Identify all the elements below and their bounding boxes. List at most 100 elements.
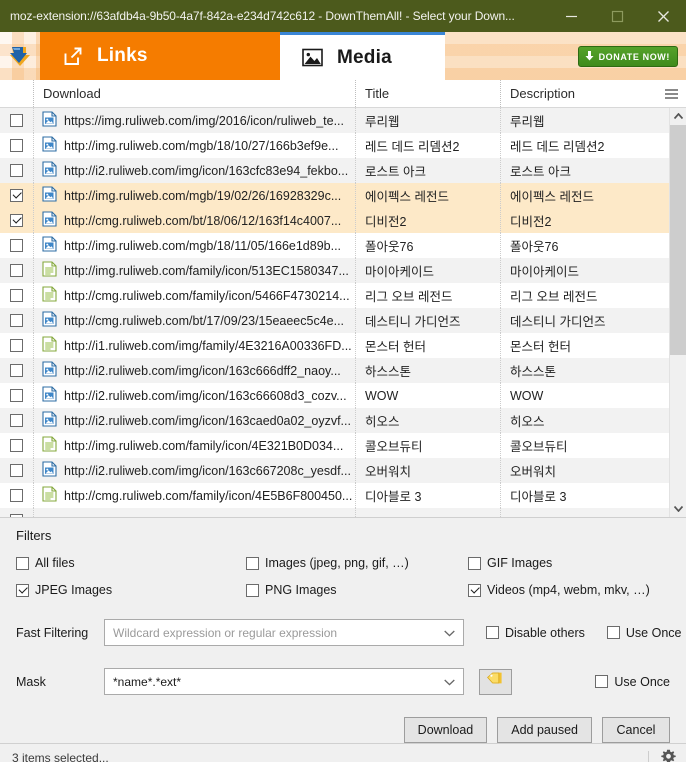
- mask-tag-button[interactable]: [479, 668, 512, 695]
- mask-value: *name*.*ext*: [113, 674, 182, 689]
- filter-option-checkbox[interactable]: [468, 583, 481, 597]
- table-row[interactable]: http://i1.ruliweb.com/img/family/4E3216A…: [0, 333, 669, 358]
- row-select-checkbox[interactable]: [10, 164, 23, 177]
- row-select-checkbox-cell[interactable]: [0, 183, 34, 208]
- table-row[interactable]: http://cmg.ruliweb.com/family/icon/5466F…: [0, 283, 669, 308]
- donate-now-button[interactable]: DONATE NOW!: [577, 46, 678, 67]
- table-row[interactable]: http://img.ruliweb.com/family/icon/4E321…: [0, 433, 669, 458]
- table-row[interactable]: http://i2.ruliweb.com/img/icon/163c66720…: [0, 458, 669, 483]
- filter-option[interactable]: Images (jpeg, png, gif, …): [246, 556, 468, 570]
- row-select-checkbox[interactable]: [10, 314, 23, 327]
- fast-filtering-use-once-label: Use Once: [625, 625, 682, 640]
- table-row[interactable]: http://img.ruliweb.com/mgb/19/02/26/1692…: [0, 183, 669, 208]
- disable-others-checkbox[interactable]: [486, 626, 499, 639]
- scrollbar-track[interactable]: [670, 125, 686, 500]
- fast-filtering-use-once-option[interactable]: Use Once: [606, 625, 682, 640]
- filter-option-checkbox[interactable]: [16, 583, 29, 597]
- row-select-checkbox[interactable]: [10, 414, 23, 427]
- chevron-down-icon[interactable]: [444, 675, 455, 689]
- row-download-cell: http://img.ruliweb.com/mgb/18/10/27/166b…: [34, 133, 356, 158]
- table-vertical-scrollbar[interactable]: [669, 108, 686, 517]
- mask-input[interactable]: *name*.*ext*: [104, 668, 464, 695]
- maximize-button[interactable]: [594, 0, 640, 32]
- scrollbar-thumb[interactable]: [670, 125, 686, 355]
- table-row[interactable]: http://cmg.ruliweb.com/bt/18/06/12/163f1…: [0, 208, 669, 233]
- row-select-checkbox[interactable]: [10, 114, 23, 127]
- fast-filtering-use-once-checkbox[interactable]: [606, 626, 620, 639]
- row-select-checkbox[interactable]: [10, 364, 23, 377]
- row-select-checkbox-cell[interactable]: [0, 433, 34, 458]
- table-row[interactable]: [0, 508, 669, 517]
- column-header-checkbox[interactable]: [0, 80, 34, 107]
- column-header-title[interactable]: Title: [356, 80, 501, 107]
- table-row[interactable]: http://img.ruliweb.com/family/icon/513EC…: [0, 258, 669, 283]
- scroll-down-button[interactable]: [670, 500, 686, 517]
- table-row[interactable]: http://i2.ruliweb.com/img/icon/163cfc83e…: [0, 158, 669, 183]
- filter-option[interactable]: Videos (mp4, webm, mkv, …): [468, 583, 670, 597]
- filter-option-checkbox[interactable]: [468, 556, 481, 570]
- row-select-checkbox[interactable]: [10, 514, 23, 517]
- fast-filtering-input[interactable]: Wildcard expression or regular expressio…: [104, 619, 464, 646]
- row-select-checkbox-cell[interactable]: [0, 358, 34, 383]
- filter-option-checkbox[interactable]: [16, 556, 29, 570]
- row-select-checkbox[interactable]: [10, 439, 23, 452]
- table-row[interactable]: http://i2.ruliweb.com/img/icon/163caed0a…: [0, 408, 669, 433]
- filter-option-checkbox[interactable]: [246, 556, 259, 570]
- table-row[interactable]: http://cmg.ruliweb.com/bt/17/09/23/15eae…: [0, 308, 669, 333]
- row-select-checkbox-cell[interactable]: [0, 283, 34, 308]
- table-row[interactable]: http://i2.ruliweb.com/img/icon/163c666df…: [0, 358, 669, 383]
- row-select-checkbox-cell[interactable]: [0, 208, 34, 233]
- row-select-checkbox-cell[interactable]: [0, 508, 34, 517]
- filter-option[interactable]: All files: [16, 556, 246, 570]
- row-select-checkbox-cell[interactable]: [0, 408, 34, 433]
- table-row[interactable]: https://img.ruliweb.com/img/2016/icon/ru…: [0, 108, 669, 133]
- row-select-checkbox-cell[interactable]: [0, 383, 34, 408]
- minimize-button[interactable]: [548, 0, 594, 32]
- row-select-checkbox[interactable]: [10, 239, 23, 252]
- mask-use-once-checkbox[interactable]: [595, 675, 609, 688]
- row-select-checkbox[interactable]: [10, 389, 23, 402]
- row-select-checkbox[interactable]: [10, 489, 23, 502]
- row-select-checkbox-cell[interactable]: [0, 158, 34, 183]
- row-select-checkbox[interactable]: [10, 214, 23, 227]
- row-select-checkbox-cell[interactable]: [0, 133, 34, 158]
- mask-use-once-option[interactable]: Use Once: [595, 675, 670, 689]
- tab-media[interactable]: Media: [280, 32, 445, 80]
- add-paused-button[interactable]: Add paused: [497, 717, 592, 743]
- filter-option[interactable]: JPEG Images: [16, 583, 246, 597]
- scroll-up-button[interactable]: [670, 108, 686, 125]
- column-header-description[interactable]: Description: [501, 80, 686, 107]
- filter-option[interactable]: GIF Images: [468, 556, 670, 570]
- row-select-checkbox[interactable]: [10, 289, 23, 302]
- row-select-checkbox-cell[interactable]: [0, 308, 34, 333]
- column-header-download[interactable]: Download: [34, 80, 356, 107]
- download-button[interactable]: Download: [403, 717, 488, 743]
- tab-links[interactable]: Links: [40, 32, 280, 80]
- row-select-checkbox[interactable]: [10, 189, 23, 202]
- row-select-checkbox-cell[interactable]: [0, 108, 34, 133]
- hamburger-menu-icon[interactable]: [665, 88, 678, 99]
- row-download-cell: http://i2.ruliweb.com/img/icon/163c666df…: [34, 358, 356, 383]
- gear-icon[interactable]: [661, 749, 676, 762]
- table-row[interactable]: http://img.ruliweb.com/mgb/18/11/05/166e…: [0, 233, 669, 258]
- row-select-checkbox-cell[interactable]: [0, 483, 34, 508]
- row-select-checkbox[interactable]: [10, 464, 23, 477]
- row-select-checkbox-cell[interactable]: [0, 258, 34, 283]
- row-select-checkbox[interactable]: [10, 339, 23, 352]
- row-select-checkbox[interactable]: [10, 139, 23, 152]
- chevron-down-icon[interactable]: [444, 626, 455, 640]
- row-title-cell: 하스스톤: [356, 358, 501, 383]
- cancel-button[interactable]: Cancel: [602, 717, 670, 743]
- row-select-checkbox-cell[interactable]: [0, 333, 34, 358]
- row-download-cell: http://img.ruliweb.com/mgb/19/02/26/1692…: [34, 183, 356, 208]
- row-select-checkbox-cell[interactable]: [0, 458, 34, 483]
- filter-option-checkbox[interactable]: [246, 583, 259, 597]
- filter-option[interactable]: PNG Images: [246, 583, 468, 597]
- table-row[interactable]: http://i2.ruliweb.com/img/icon/163c66608…: [0, 383, 669, 408]
- row-select-checkbox-cell[interactable]: [0, 233, 34, 258]
- table-row[interactable]: http://cmg.ruliweb.com/family/icon/4E5B6…: [0, 483, 669, 508]
- table-row[interactable]: http://img.ruliweb.com/mgb/18/10/27/166b…: [0, 133, 669, 158]
- row-select-checkbox[interactable]: [10, 264, 23, 277]
- disable-others-option[interactable]: Disable others: [486, 626, 585, 640]
- close-button[interactable]: [640, 0, 686, 32]
